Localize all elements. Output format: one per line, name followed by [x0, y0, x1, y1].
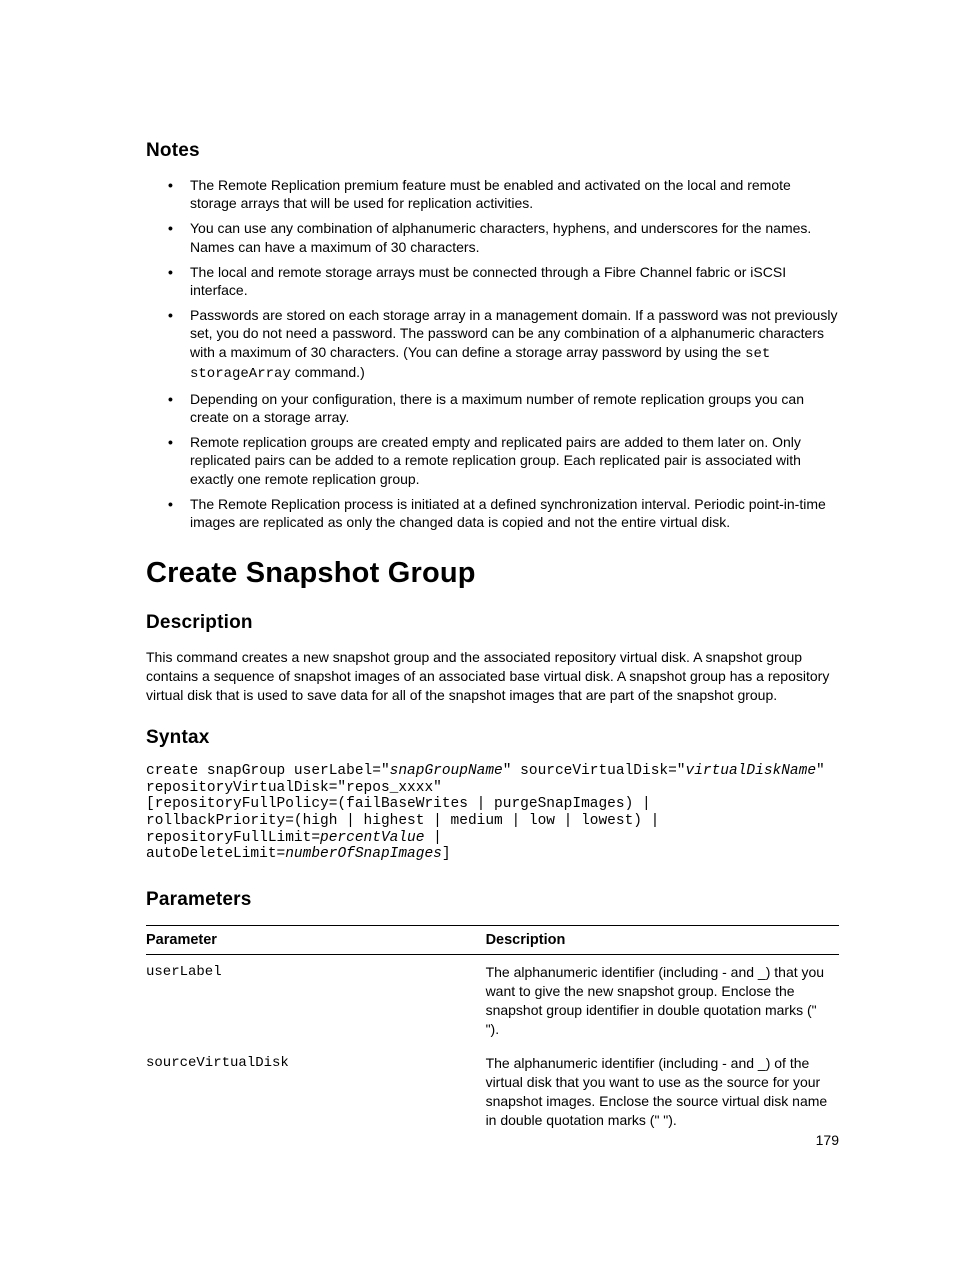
- list-item: Depending on your configuration, there i…: [168, 390, 839, 426]
- table-header-row: Parameter Description: [146, 925, 839, 954]
- list-item: The Remote Replication process is initia…: [168, 495, 839, 531]
- table-row: sourceVirtualDisk The alphanumeric ident…: [146, 1046, 839, 1138]
- description-body: This command creates a new snapshot grou…: [146, 648, 839, 705]
- syntax-seg: " sourceVirtualDisk=": [503, 763, 686, 779]
- list-item-text: The Remote Replication premium feature m…: [190, 177, 791, 211]
- list-item-text: Depending on your configuration, there i…: [190, 391, 804, 425]
- parameter-description: The alphanumeric identifier (including -…: [486, 954, 839, 1046]
- list-item: Remote replication groups are created em…: [168, 433, 839, 488]
- parameter-name: userLabel: [146, 954, 486, 1046]
- list-item-post: command.): [291, 364, 365, 380]
- syntax-heading: Syntax: [146, 727, 839, 749]
- list-item: You can use any combination of alphanume…: [168, 219, 839, 255]
- list-item-text: You can use any combination of alphanume…: [190, 220, 811, 254]
- syntax-block: create snapGroup userLabel="snapGroupNam…: [146, 763, 839, 863]
- list-item-pre: Passwords are stored on each storage arr…: [190, 307, 837, 359]
- list-item-text: Remote replication groups are created em…: [190, 434, 801, 486]
- syntax-placeholder: numberOfSnapImages: [285, 846, 442, 862]
- notes-list: The Remote Replication premium feature m…: [168, 176, 839, 531]
- list-item: The local and remote storage arrays must…: [168, 263, 839, 299]
- parameters-heading: Parameters: [146, 889, 839, 911]
- list-item-text: The local and remote storage arrays must…: [190, 264, 786, 298]
- list-item: The Remote Replication premium feature m…: [168, 176, 839, 212]
- column-header-description: Description: [486, 925, 839, 954]
- list-item-text: The Remote Replication process is initia…: [190, 496, 826, 530]
- parameters-table: Parameter Description userLabel The alph…: [146, 925, 839, 1138]
- syntax-seg: ]: [442, 846, 451, 862]
- syntax-seg: create snapGroup userLabel=": [146, 763, 390, 779]
- parameter-description: The alphanumeric identifier (including -…: [486, 1046, 839, 1138]
- parameter-name: sourceVirtualDisk: [146, 1046, 486, 1138]
- page-number: 179: [816, 1132, 839, 1148]
- description-heading: Description: [146, 612, 839, 634]
- page-title: Create Snapshot Group: [146, 557, 839, 590]
- document-page: Notes The Remote Replication premium fea…: [0, 0, 954, 1268]
- table-row: userLabel The alphanumeric identifier (i…: [146, 954, 839, 1046]
- column-header-parameter: Parameter: [146, 925, 486, 954]
- list-item: Passwords are stored on each storage arr…: [168, 306, 839, 383]
- syntax-placeholder: percentValue: [320, 830, 424, 846]
- notes-heading: Notes: [146, 140, 839, 162]
- syntax-placeholder: snapGroupName: [390, 763, 503, 779]
- syntax-placeholder: virtualDiskName: [686, 763, 817, 779]
